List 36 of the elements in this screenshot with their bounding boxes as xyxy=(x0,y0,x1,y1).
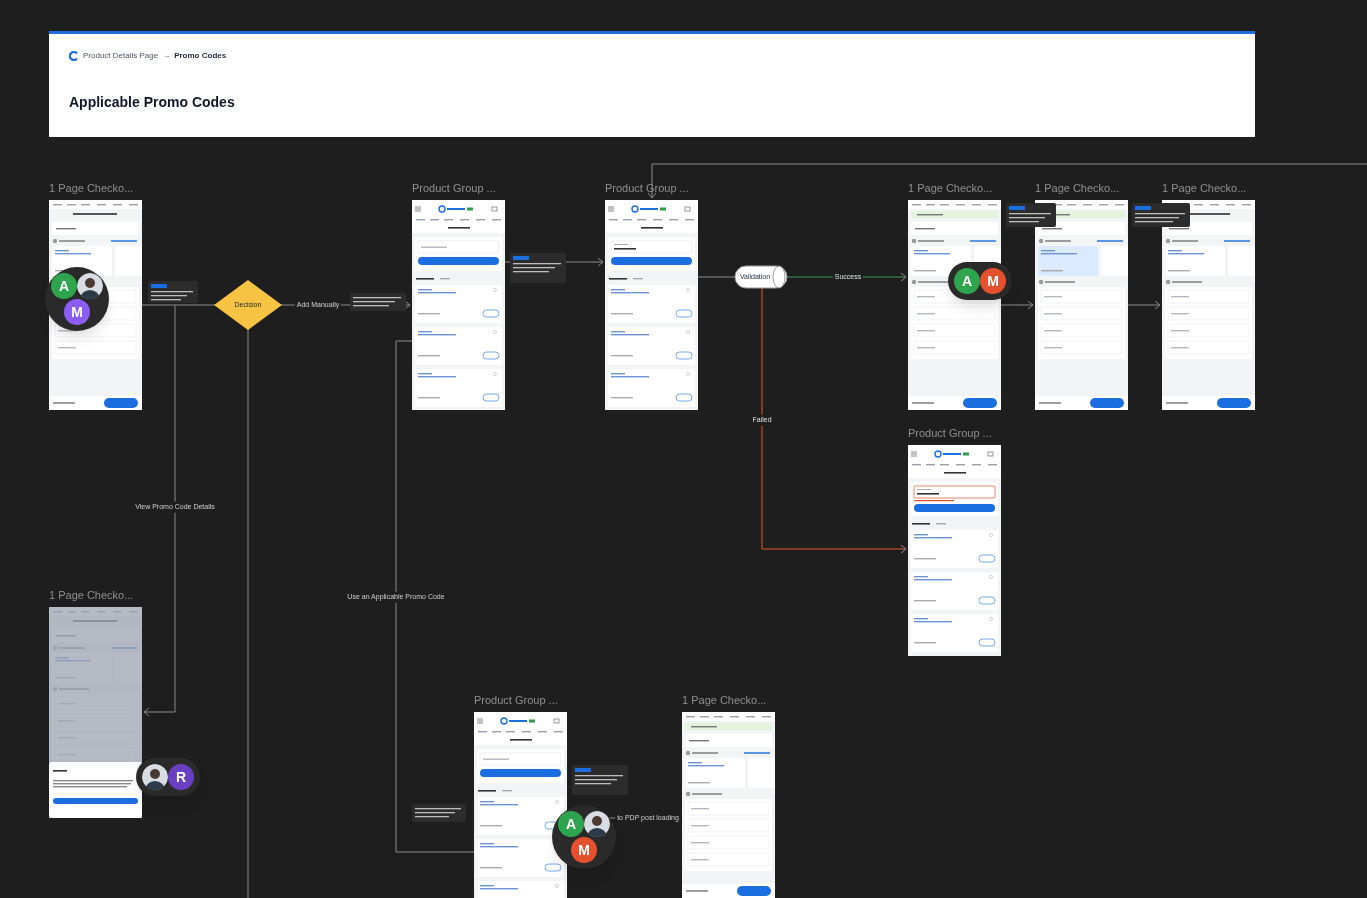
annotation-note xyxy=(412,804,466,822)
brand-logo-icon xyxy=(69,51,79,61)
frame-title: 1 Page Checko... xyxy=(1162,181,1247,196)
user-avatar: M xyxy=(571,837,597,863)
annotation-note xyxy=(1006,203,1056,227)
user-avatar: R xyxy=(168,764,194,790)
user-avatar: A xyxy=(558,811,584,837)
breadcrumb-link[interactable]: Product Details Page xyxy=(83,50,159,62)
frame-title: Product Group ... xyxy=(605,181,689,196)
annotation-note xyxy=(350,293,406,311)
connector-line xyxy=(1127,300,1161,310)
validation-node xyxy=(734,265,788,289)
annotation-note xyxy=(572,765,628,795)
annotation-note xyxy=(510,253,566,283)
user-avatar: A xyxy=(954,268,980,294)
annotation-note xyxy=(148,281,198,303)
breadcrumb-current: Promo Codes xyxy=(174,50,227,62)
frame-title: 1 Page Checko... xyxy=(49,181,134,196)
annotation-note xyxy=(1132,203,1190,227)
person-avatar xyxy=(584,811,610,837)
frame-title: Product Group ... xyxy=(412,181,496,196)
frame-title: Product Group ... xyxy=(474,693,558,708)
frame-title: 1 Page Checko... xyxy=(1035,181,1120,196)
frame-title: 1 Page Checko... xyxy=(49,588,134,603)
breadcrumb-separator: → xyxy=(162,50,171,62)
user-avatar: M xyxy=(64,299,90,325)
person-avatar xyxy=(142,764,168,790)
frame-title: 1 Page Checko... xyxy=(682,693,767,708)
user-avatar: M xyxy=(980,268,1006,294)
user-avatar: A xyxy=(51,273,77,299)
page-title: Applicable Promo Codes xyxy=(69,93,236,112)
decision-node xyxy=(214,280,282,330)
person-avatar xyxy=(77,273,103,299)
connector-line xyxy=(1000,300,1034,310)
frame-title: Product Group ... xyxy=(908,426,992,441)
frame-title: 1 Page Checko... xyxy=(908,181,993,196)
